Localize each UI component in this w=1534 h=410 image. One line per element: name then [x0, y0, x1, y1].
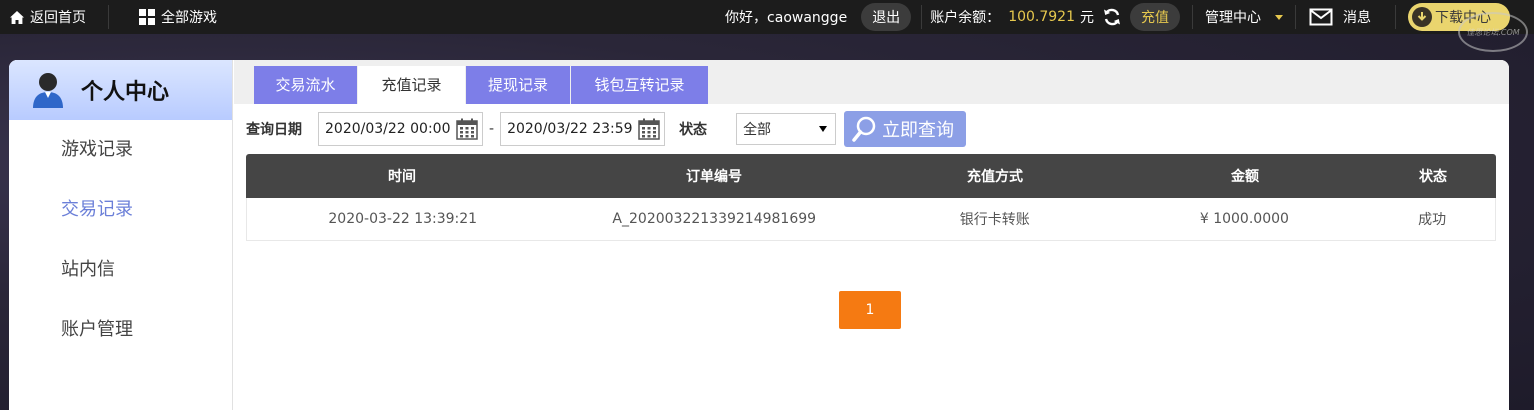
greeting-text: 你好，caowangge: [725, 10, 848, 26]
cell-method: 银行卡转账: [959, 212, 1030, 228]
sidebar-item-transaction-records[interactable]: 交易记录: [9, 180, 232, 240]
tab-withdrawal-records[interactable]: 提现记录: [466, 66, 570, 104]
download-icon: [1412, 7, 1432, 27]
envelope-icon: [1309, 8, 1333, 26]
refresh-icon[interactable]: [1102, 7, 1122, 27]
tab-label: 充值记录: [381, 76, 442, 94]
sidebar-header: 个人中心: [9, 60, 232, 120]
end-date-input[interactable]: 2020/03/22 23:59: [500, 112, 666, 146]
column-header: 时间: [388, 169, 416, 185]
management-label: 管理中心: [1205, 10, 1261, 26]
sidebar-item-label: 站内信: [61, 259, 115, 280]
tab-bar: 交易流水 充值记录 提现记录 钱包互转记录: [234, 60, 1509, 104]
all-games-link[interactable]: 全部游戏: [109, 0, 217, 34]
main-panel: 个人中心 游戏记录 交易记录 站内信 账户管理 交易流水 充值记录 提现记录 钱…: [9, 60, 1509, 410]
query-button[interactable]: 立即查询: [844, 111, 967, 147]
column-header: 金额: [1231, 169, 1259, 185]
cell-status: 成功: [1418, 212, 1447, 228]
page-button[interactable]: 1: [839, 291, 901, 329]
all-games-label: 全部游戏: [161, 10, 217, 26]
start-date-input[interactable]: 2020/03/22 00:00: [318, 112, 483, 146]
tab-wallet-transfer-records[interactable]: 钱包互转记录: [571, 66, 708, 104]
date-separator: -: [489, 121, 495, 137]
logout-button[interactable]: 退出: [861, 3, 912, 31]
watermark-text: 佳思论坛.COM: [1466, 27, 1520, 37]
column-header: 订单编号: [686, 169, 742, 185]
tab-recharge-records[interactable]: 充值记录: [358, 66, 465, 104]
sidebar-item-inbox[interactable]: 站内信: [9, 240, 232, 300]
sidebar: 个人中心 游戏记录 交易记录 站内信 账户管理: [9, 60, 233, 410]
calendar-icon[interactable]: [456, 118, 478, 140]
currency-unit: 元: [1080, 10, 1094, 26]
cell-order-number: A_2020032213392149816​99: [612, 211, 817, 227]
sidebar-item-game-records[interactable]: 游戏记录: [9, 120, 232, 180]
search-icon: [852, 116, 876, 142]
start-date-value: 2020/03/22 00:00: [325, 121, 451, 137]
filter-bar: 查询日期 2020/03/22 00:00 - 2020/03/22 23:59: [246, 111, 1496, 147]
management-center-menu[interactable]: 管理中心: [1193, 0, 1295, 34]
sidebar-item-label: 账户管理: [61, 319, 133, 340]
status-label: 状态: [679, 122, 708, 138]
page-number: 1: [865, 302, 875, 318]
watermark-logo: 佳思论坛.COM: [1458, 12, 1528, 52]
cell-amount: ¥ 1000.0000: [1199, 211, 1289, 227]
balance-value: 100.7921: [1008, 9, 1075, 25]
tab-transaction-flow[interactable]: 交易流水: [254, 66, 357, 104]
recharge-label: 充值: [1141, 10, 1169, 26]
chevron-down-icon: [819, 126, 828, 132]
sidebar-item-account-management[interactable]: 账户管理: [9, 300, 232, 360]
messages-label: 消息: [1343, 10, 1371, 26]
home-icon: [10, 10, 24, 24]
user-icon: [33, 73, 63, 108]
table-header: 时间 订单编号 充值方式 金额 状态: [246, 154, 1496, 198]
column-header: 充值方式: [967, 169, 1023, 185]
date-label: 查询日期: [246, 122, 302, 138]
status-select-value: 全部: [743, 122, 772, 138]
balance-label: 账户余额：: [930, 10, 1001, 26]
column-header: 状态: [1419, 169, 1447, 185]
divider: [1395, 5, 1396, 29]
messages-link[interactable]: 消息: [1296, 0, 1395, 34]
calendar-icon[interactable]: [638, 118, 660, 140]
chevron-down-icon: [1275, 14, 1283, 20]
status-select[interactable]: 全部: [736, 113, 837, 145]
query-button-label: 立即查询: [882, 120, 955, 141]
tab-label: 交易流水: [275, 76, 336, 94]
sidebar-item-label: 游戏记录: [61, 139, 133, 160]
grid-icon: [139, 9, 155, 25]
top-bar-right: 你好，caowangge 退出 账户余额： 100.7921 元 充值 管理中心: [725, 0, 1534, 34]
tab-label: 钱包互转记录: [594, 76, 685, 94]
home-link[interactable]: 返回首页: [0, 0, 108, 34]
logout-label: 退出: [872, 10, 901, 26]
sidebar-title: 个人中心: [81, 80, 170, 105]
tab-label: 提现记录: [487, 76, 548, 94]
sidebar-item-label: 交易记录: [61, 199, 133, 220]
home-link-label: 返回首页: [30, 10, 86, 26]
recharge-button[interactable]: 充值: [1130, 3, 1180, 31]
recharge-table: 时间 订单编号 充值方式 金额 状态 2020-03-22 13:39:21 A…: [246, 154, 1496, 241]
cell-time: 2020-03-22 13:39:21: [328, 211, 478, 227]
divider: [921, 5, 923, 29]
top-bar: 返回首页 全部游戏 你好，caowangge 退出 账户余额： 100.7921…: [0, 0, 1534, 34]
content-area: 交易流水 充值记录 提现记录 钱包互转记录 查询日期 2020/03/22 00…: [234, 60, 1509, 410]
end-date-value: 2020/03/22 23:59: [507, 121, 633, 137]
table-row: 2020-03-22 13:39:21 A_202003221339214981…: [246, 198, 1496, 241]
